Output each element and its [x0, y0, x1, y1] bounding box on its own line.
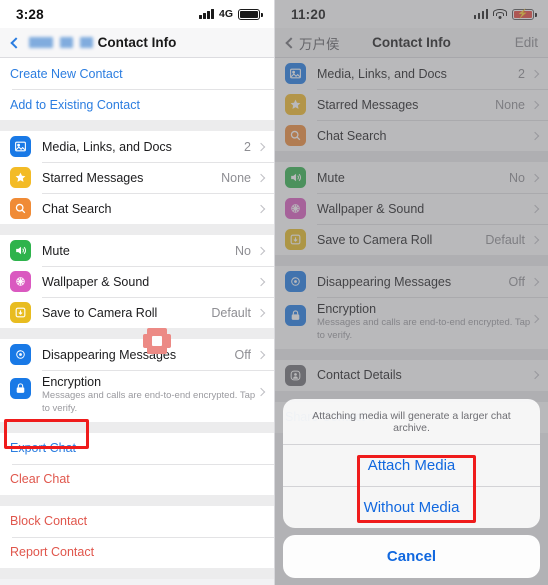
section-divider	[0, 567, 274, 579]
block-contact-row[interactable]: Block Contact	[0, 505, 274, 537]
speaker-icon	[10, 240, 31, 261]
privacy-group-left: Disappearing Messages Off Encryption Mes…	[0, 339, 274, 422]
chevron-left-icon	[10, 36, 22, 49]
row-label: Wallpaper & Sound	[42, 274, 150, 289]
report-contact-label: Report Contact	[10, 545, 95, 560]
nav-bar-left: Contact Info	[0, 28, 274, 58]
row-starred-messages[interactable]: Starred Messages None	[0, 162, 274, 193]
status-bar-left: 3:28 4G	[0, 0, 274, 28]
search-icon	[10, 198, 31, 219]
media-group-left: Media, Links, and Docs 2 Starred Message…	[0, 131, 274, 224]
row-label: Chat Search	[42, 201, 112, 216]
contact-actions-group: Create New Contact Add to Existing Conta…	[0, 58, 274, 120]
add-to-existing-contact-label: Add to Existing Contact	[10, 97, 140, 112]
row-subtitle: Messages and calls are end-to-end encryp…	[42, 390, 256, 414]
export-chat-label: Export Chat	[10, 441, 77, 456]
section-divider	[0, 494, 274, 506]
network-type-label: 4G	[218, 8, 233, 20]
row-value: No	[235, 243, 251, 258]
block-contact-label: Block Contact	[10, 514, 88, 529]
contact-safety-group: Block Contact Report Contact	[0, 505, 274, 568]
action-sheet-title: Attaching media will generate a larger c…	[283, 399, 540, 445]
status-indicators: 4G	[199, 8, 263, 20]
row-mute[interactable]: Mute No	[0, 235, 274, 266]
without-media-button[interactable]: Without Media	[283, 486, 540, 528]
row-media-links-docs[interactable]: Media, Links, and Docs 2	[0, 131, 274, 162]
create-new-contact-row[interactable]: Create New Contact	[0, 58, 274, 89]
photo-icon	[10, 136, 31, 157]
section-divider	[0, 224, 274, 235]
row-disappearing-messages[interactable]: Disappearing Messages Off	[0, 339, 274, 370]
row-encryption[interactable]: Encryption Messages and calls are end-to…	[0, 370, 274, 422]
right-phone-screen: 11:20 ⚡ 万户侯 Contact Info Edit Media, Lin…	[274, 0, 548, 585]
lock-icon	[10, 378, 31, 399]
chevron-right-icon	[256, 308, 266, 317]
row-save-to-camera-roll[interactable]: Save to Camera Roll Default	[0, 297, 274, 328]
clear-chat-row[interactable]: Clear Chat	[0, 463, 274, 495]
row-label: Mute	[42, 243, 70, 258]
row-label: Encryption	[42, 375, 102, 389]
back-button[interactable]	[10, 36, 93, 49]
row-label: Media, Links, and Docs	[42, 139, 172, 154]
export-chat-row[interactable]: Export Chat	[0, 432, 274, 464]
attach-media-button[interactable]: Attach Media	[283, 445, 540, 486]
row-chat-search[interactable]: Chat Search	[0, 193, 274, 224]
add-to-existing-contact-row[interactable]: Add to Existing Contact	[0, 89, 274, 120]
row-value: None	[221, 170, 251, 185]
redacted-contact-name	[29, 37, 93, 48]
chevron-right-icon	[256, 246, 266, 255]
chevron-right-icon	[256, 277, 266, 286]
download-icon	[10, 302, 31, 323]
report-contact-row[interactable]: Report Contact	[0, 536, 274, 568]
row-label: Save to Camera Roll	[42, 305, 158, 320]
left-phone-screen: 3:28 4G Contact Info Create New Contact …	[0, 0, 274, 585]
star-icon	[10, 167, 31, 188]
row-label: Starred Messages	[42, 170, 144, 185]
chevron-right-icon	[256, 387, 266, 397]
chevron-right-icon	[256, 142, 266, 151]
section-divider	[0, 120, 274, 131]
create-new-contact-label: Create New Contact	[10, 66, 123, 81]
settings-group-left: Mute No Wallpaper & Sound Save to Camera…	[0, 235, 274, 328]
settings-list-left: Create New Contact Add to Existing Conta…	[0, 58, 274, 585]
row-wallpaper-sound[interactable]: Wallpaper & Sound	[0, 266, 274, 297]
action-sheet-panel: Attaching media will generate a larger c…	[283, 399, 540, 528]
signal-bars-icon	[199, 9, 214, 19]
section-divider	[0, 421, 274, 433]
wallpaper-icon	[10, 271, 31, 292]
battery-icon	[238, 8, 263, 20]
section-divider	[0, 328, 274, 339]
row-value: 2	[244, 139, 251, 154]
chevron-right-icon	[256, 173, 266, 182]
row-value: Off	[234, 347, 251, 362]
chat-actions-group: Export Chat Clear Chat	[0, 432, 274, 495]
chevron-right-icon	[256, 350, 266, 359]
row-label: Disappearing Messages	[42, 347, 177, 362]
status-time: 3:28	[16, 6, 44, 22]
encryption-text: Encryption Messages and calls are end-to…	[42, 375, 258, 416]
disappearing-messages-icon	[10, 344, 31, 365]
cancel-button[interactable]: Cancel	[283, 535, 540, 578]
clear-chat-label: Clear Chat	[10, 472, 70, 487]
chevron-right-icon	[256, 204, 266, 213]
dual-screenshot-comparison: 3:28 4G Contact Info Create New Contact …	[0, 0, 548, 585]
row-value: Default	[211, 305, 251, 320]
export-chat-action-sheet: Attaching media will generate a larger c…	[283, 399, 540, 578]
